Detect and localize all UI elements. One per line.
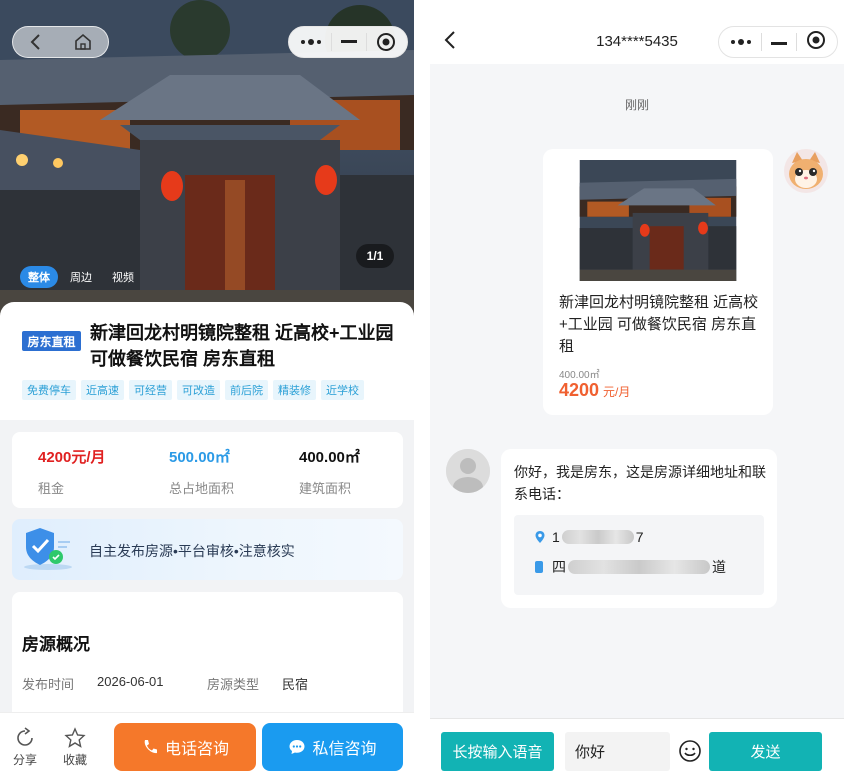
notice-text: 自主发布房源•平台审核•注意核实 (89, 543, 295, 559)
chat-page: 134****5435 刚刚 新津回龙村明镜院整租 近高校+工业园 可做餐饮民宿… (430, 0, 844, 780)
feature-tags: 免费停车 近高速 可经营 可改造 前后院 精装修 近学校 (22, 380, 364, 400)
favorite-button[interactable]: 收藏 (60, 727, 90, 768)
message-input[interactable] (565, 732, 670, 771)
overview-section: 房源概况 发布时间 2026-06-01 房源类型 民宿 (12, 592, 403, 722)
publish-time-value: 2026-06-01 (97, 674, 164, 689)
tab-video[interactable]: 视频 (104, 266, 142, 288)
key-stats: 4200元/月 租金 500.00㎡ 总占地面积 400.00㎡ 建筑面积 (12, 432, 403, 508)
listing-type-value: 民宿 (282, 677, 309, 692)
close-target-icon[interactable] (376, 32, 396, 52)
mobile-phone-icon (535, 561, 543, 573)
cat-avatar-icon (784, 149, 828, 193)
stat-building-area-value: 400.00㎡ (299, 449, 360, 466)
publish-time-label: 发布时间 (22, 677, 75, 692)
card-listing-title: 新津回龙村明镜院整租 近高校+工业园 可做餐饮民宿 房东直租 (559, 294, 759, 355)
hold-to-talk-button[interactable]: 长按输入语音 (441, 732, 554, 771)
minimize-icon[interactable] (770, 33, 787, 51)
stat-rent-label: 租金 (38, 481, 65, 496)
card-price: 4200 元/月 (559, 380, 630, 401)
chat-bubble-icon (289, 740, 305, 754)
tab-nearby[interactable]: 周边 (62, 266, 100, 288)
contact-address-row[interactable]: 四 道 (534, 557, 726, 577)
media-tabs: 整体 周边 视频 (20, 266, 142, 288)
redacted-address (568, 560, 710, 574)
minimize-icon[interactable] (340, 40, 357, 44)
default-user-icon (446, 449, 490, 493)
emoji-icon[interactable] (678, 739, 702, 768)
share-label: 分享 (12, 753, 37, 767)
capsule-divider (330, 33, 332, 51)
listing-type-label: 房源类型 (207, 677, 260, 692)
message-time: 刚刚 (624, 98, 649, 112)
overview-title: 房源概况 (22, 635, 90, 654)
contact-phone-row[interactable]: 1 7 (534, 529, 644, 545)
more-icon[interactable] (300, 38, 322, 46)
card-price-unit: 元/月 (603, 385, 631, 399)
listing-title: 新津回龙村明镜院整租 近高校+工业园 可做餐饮民宿 房东直租 (90, 323, 394, 369)
home-icon[interactable] (74, 33, 92, 51)
my-avatar[interactable] (784, 149, 828, 193)
message-consult-button[interactable]: 私信咨询 (262, 723, 403, 771)
miniprogram-capsule (718, 26, 838, 58)
stat-land-area: 500.00㎡ 总占地面积 (169, 446, 234, 497)
feature-tag: 近高速 (81, 380, 124, 400)
stat-building-area: 400.00㎡ 建筑面积 (299, 446, 360, 497)
phone-consult-button[interactable]: 电话咨询 (114, 723, 256, 771)
share-button[interactable]: 分享 (10, 727, 40, 768)
shield-check-icon (22, 527, 74, 576)
landlord-message-text: 你好，我是房东，这是房源详细地址和联系电话： (514, 464, 766, 502)
feature-tag: 前后院 (225, 380, 268, 400)
contact-address-prefix: 四 (552, 559, 566, 575)
location-pin-icon (535, 531, 545, 543)
stat-land-area-value: 500.00㎡ (169, 449, 230, 466)
chat-navbar: 134****5435 (430, 0, 844, 64)
landlord-message: 你好，我是房东，这是房源详细地址和联系电话： 1 7 四 道 (501, 449, 777, 608)
redacted-phone (561, 530, 634, 544)
feature-tag: 免费停车 (22, 380, 76, 400)
stat-rent-value: 4200元/月 (38, 449, 106, 466)
landlord-avatar[interactable] (446, 449, 490, 493)
capsule-divider (760, 33, 762, 51)
card-price-value: 4200 (559, 380, 600, 400)
contact-info-box: 1 7 四 道 (514, 515, 764, 595)
platform-notice: 自主发布房源•平台审核•注意核实 (12, 519, 403, 580)
landlord-direct-badge: 房东直租 (22, 331, 81, 351)
feature-tag: 精装修 (273, 380, 316, 400)
contact-address-suffix: 道 (712, 559, 726, 575)
star-icon (64, 727, 86, 748)
stat-land-area-label: 总占地面积 (169, 481, 235, 496)
listing-page: 1/1 整体 周边 视频 房东直租 新津回龙村明镜院整租 近高校+工业园 可做餐… (0, 0, 414, 780)
back-icon[interactable] (29, 34, 43, 50)
message-consult-label: 私信咨询 (312, 741, 377, 758)
share-icon (17, 727, 33, 746)
feature-tag: 可经营 (129, 380, 172, 400)
tab-overall[interactable]: 整体 (20, 266, 58, 288)
send-button[interactable]: 发送 (709, 732, 822, 771)
listing-thumbnail (559, 160, 757, 281)
feature-tag: 可改造 (177, 380, 220, 400)
sent-listing-card[interactable]: 新津回龙村明镜院整租 近高校+工业园 可做餐饮民宿 房东直租 400.00㎡ 4… (543, 149, 773, 415)
phone-icon (144, 740, 157, 754)
capsule-divider (366, 33, 368, 51)
stat-rent: 4200元/月 租金 (38, 446, 106, 497)
favorite-label: 收藏 (62, 753, 87, 767)
miniprogram-capsule (288, 26, 408, 58)
nav-capsule (12, 26, 109, 58)
chat-input-bar: 长按输入语音 发送 (430, 718, 844, 780)
card-area: 400.00㎡ (559, 370, 600, 381)
contact-phone-prefix: 1 (552, 529, 560, 545)
feature-tag: 近学校 (321, 380, 364, 400)
stat-building-area-label: 建筑面积 (299, 481, 352, 496)
close-target-icon[interactable] (806, 30, 826, 55)
action-bar: 分享 收藏 电话咨询 私信咨询 (0, 712, 414, 780)
photo-counter: 1/1 (356, 244, 394, 268)
listing-photo[interactable]: 1/1 整体 周边 视频 (0, 0, 414, 320)
capsule-divider (796, 33, 798, 51)
contact-phone-suffix: 7 (635, 529, 644, 545)
phone-consult-label: 电话咨询 (164, 741, 229, 758)
more-icon[interactable] (730, 33, 752, 51)
